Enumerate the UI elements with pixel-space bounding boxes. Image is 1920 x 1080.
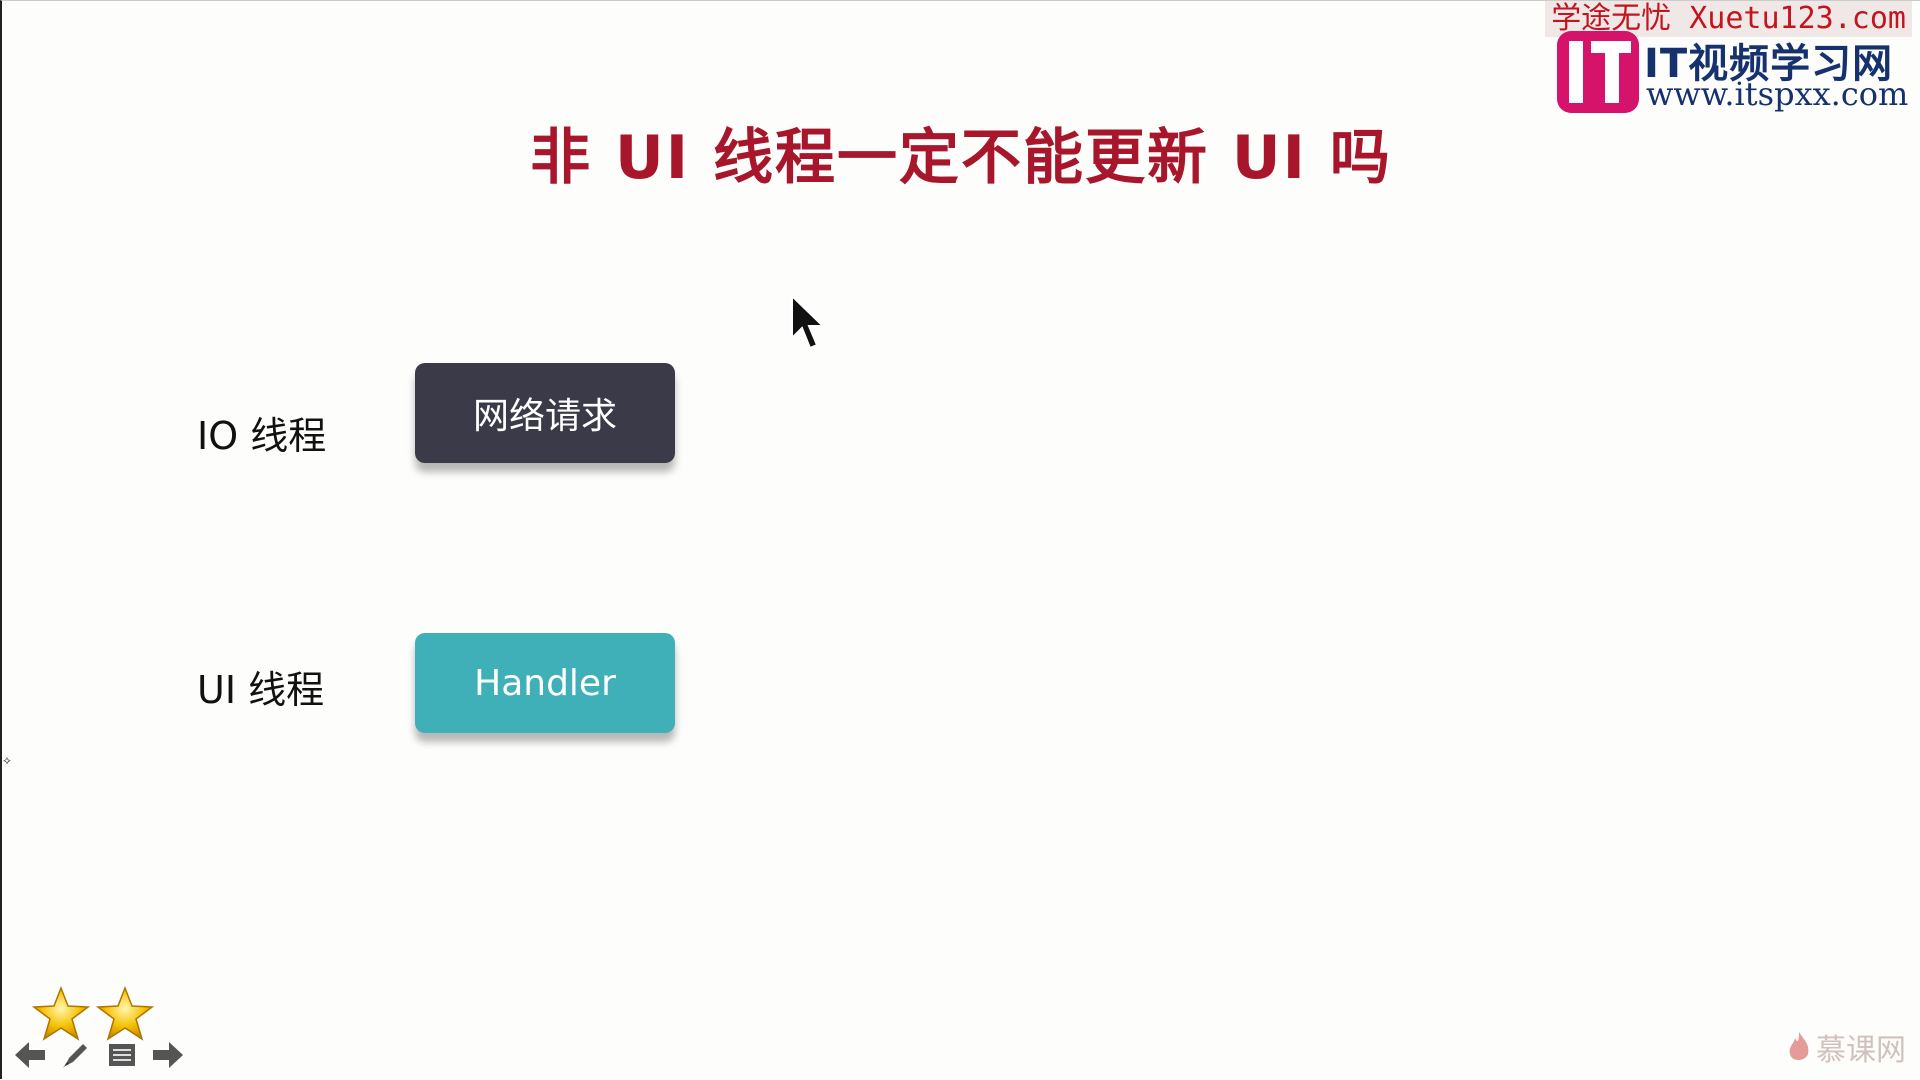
watermark-site-url: www.itspxx.com: [1646, 75, 1909, 113]
pen-tool-button[interactable]: [60, 1039, 92, 1071]
brand-name: 慕课网: [1816, 1033, 1906, 1068]
mouse-pointer-icon: [791, 294, 826, 350]
io-thread-label: IO 线程: [197, 414, 327, 458]
menu-icon: [109, 1044, 135, 1066]
it-logo-icon: [1557, 31, 1639, 113]
slide-menu-button[interactable]: [106, 1039, 138, 1071]
previous-slide-button[interactable]: [14, 1039, 46, 1071]
rating-stars: [32, 986, 154, 1042]
star-icon: [96, 986, 154, 1041]
next-slide-button[interactable]: [152, 1039, 184, 1071]
slide-canvas: 非 UI 线程一定不能更新 UI 吗 IO 线程 网络请求 UI 线程 Hand…: [0, 0, 1920, 1079]
slideshow-controls: [14, 1039, 184, 1071]
arrow-left-icon: [15, 1042, 45, 1068]
slide-title: 非 UI 线程一定不能更新 UI 吗: [530, 123, 1392, 193]
flame-icon: [1789, 1032, 1809, 1061]
arrow-right-icon: [153, 1042, 183, 1068]
pen-icon: [63, 1044, 87, 1068]
brand-watermark: 慕课网: [1786, 1025, 1906, 1069]
handler-label: Handler: [474, 662, 616, 704]
handler-box: Handler: [415, 633, 675, 733]
star-icon: [32, 986, 90, 1041]
network-request-box: 网络请求: [415, 363, 675, 463]
ui-thread-label: UI 线程: [197, 668, 325, 712]
network-request-label: 网络请求: [472, 396, 617, 437]
resize-handle-icon[interactable]: ⟡: [3, 753, 11, 768]
